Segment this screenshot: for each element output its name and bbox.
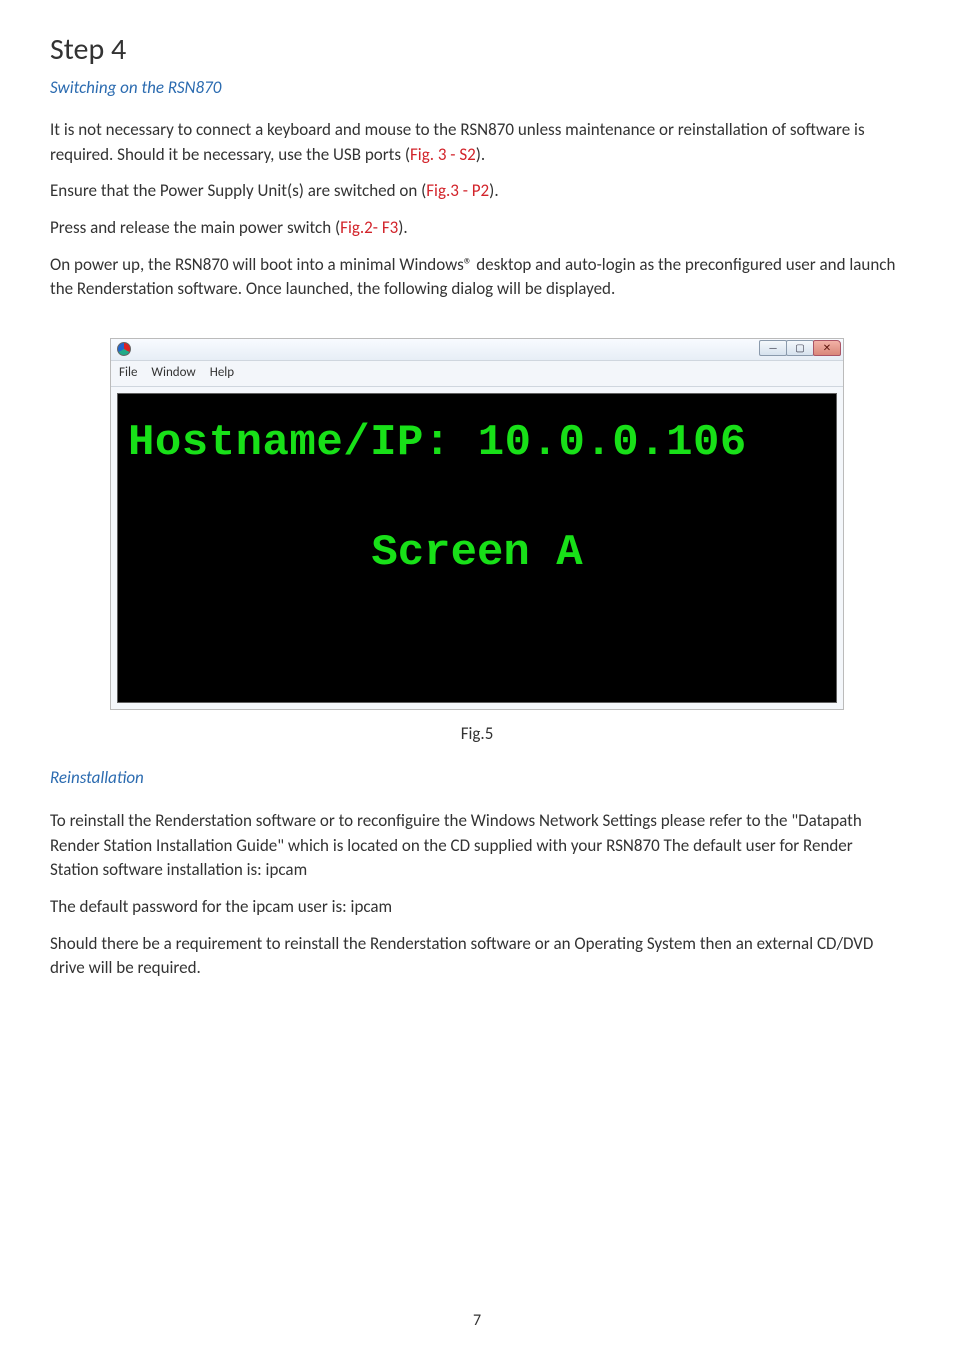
paragraph: The default password for the ipcam user …: [50, 895, 904, 920]
section-heading-switching: Switching on the RSN870: [50, 76, 904, 101]
paragraph: Press and release the main power switch …: [50, 216, 904, 241]
close-button[interactable]: ✕: [813, 340, 841, 356]
hostname-ip-display: Hostname/IP: 10.0.0.106: [128, 412, 826, 476]
figure-reference: Fig.2- F3: [340, 217, 398, 238]
window-client-area: Hostname/IP: 10.0.0.106 Screen A: [117, 393, 837, 703]
app-icon: [117, 342, 131, 356]
text: ).: [489, 180, 498, 201]
section-heading-reinstallation: Reinstallation: [50, 766, 904, 791]
window-controls: — ▢ ✕: [760, 340, 841, 356]
text: ).: [398, 217, 407, 238]
menu-help[interactable]: Help: [210, 364, 234, 383]
figure-caption: Fig.5: [50, 722, 904, 747]
window-titlebar: — ▢ ✕: [111, 339, 843, 361]
menu-window[interactable]: Window: [151, 364, 195, 383]
application-window: — ▢ ✕ File Window Help Hostname/IP: 10.0…: [110, 338, 844, 710]
screenshot-figure: — ▢ ✕ File Window Help Hostname/IP: 10.0…: [110, 338, 844, 710]
text: ).: [476, 144, 485, 165]
text: Press and release the main power switch …: [50, 217, 340, 238]
paragraph: Should there be a requirement to reinsta…: [50, 932, 904, 981]
maximize-button[interactable]: ▢: [786, 340, 814, 356]
figure-reference: Fig.3 - P2: [426, 180, 489, 201]
figure-reference: Fig. 3 - S2: [410, 144, 476, 165]
step-title: Step 4: [50, 28, 904, 72]
paragraph: To reinstall the Renderstation software …: [50, 809, 904, 883]
page-number: 7: [0, 1309, 954, 1332]
screen-label: Screen A: [128, 522, 826, 586]
minimize-button[interactable]: —: [759, 340, 787, 356]
paragraph: It is not necessary to connect a keyboar…: [50, 118, 904, 167]
menu-file[interactable]: File: [119, 364, 137, 383]
menu-bar: File Window Help: [111, 361, 843, 387]
paragraph: On power up, the RSN870 will boot into a…: [50, 253, 904, 302]
paragraph: Ensure that the Power Supply Unit(s) are…: [50, 179, 904, 204]
text: Ensure that the Power Supply Unit(s) are…: [50, 180, 426, 201]
